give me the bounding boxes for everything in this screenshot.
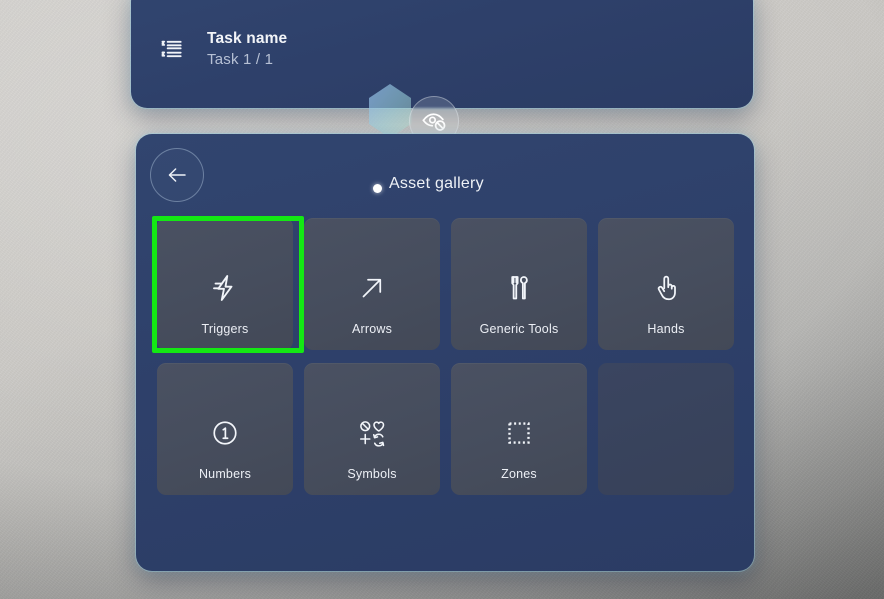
- tile-label: Arrows: [351, 322, 393, 336]
- tools-icon: [504, 273, 534, 303]
- lightning-bolt-icon: [210, 273, 240, 303]
- tile-label: Numbers: [198, 467, 252, 481]
- task-progress: Task 1 / 1: [207, 51, 274, 68]
- tile-empty-slot: [598, 363, 734, 495]
- tile-label: Symbols: [347, 467, 397, 481]
- back-button[interactable]: [150, 148, 204, 202]
- tile-label: Generic Tools: [479, 322, 559, 336]
- task-text-group: Task name Task 1 / 1: [207, 30, 287, 68]
- arrow-up-right-icon: [357, 273, 387, 303]
- gallery-header: Asset gallery: [136, 134, 754, 216]
- tile-label: Hands: [647, 322, 685, 336]
- tile-symbols[interactable]: Symbols: [304, 363, 440, 495]
- tile-arrows[interactable]: Arrows: [304, 218, 440, 350]
- mixed-reality-scene: Task name Task 1 / 1 Asset gallery Trigg…: [0, 0, 884, 599]
- asset-tile-grid: Triggers Arrows Generic Tools Hands Numb…: [157, 218, 734, 495]
- tile-label: Zones: [501, 467, 537, 481]
- circled-one-icon: [210, 418, 240, 448]
- symbols-grid-icon: [357, 418, 387, 448]
- task-name: Task name: [207, 30, 288, 47]
- tile-hands[interactable]: Hands: [598, 218, 734, 350]
- tile-zones[interactable]: Zones: [451, 363, 587, 495]
- tile-label: Triggers: [201, 322, 249, 336]
- asset-gallery-panel: Asset gallery Triggers Arrows Generic To…: [136, 134, 754, 571]
- task-list-icon: [159, 36, 185, 62]
- tile-numbers[interactable]: Numbers: [157, 363, 293, 495]
- tile-generic-tools[interactable]: Generic Tools: [451, 218, 587, 350]
- eye-off-icon: [421, 108, 447, 134]
- task-card[interactable]: Task name Task 1 / 1: [131, 0, 753, 108]
- dotted-square-icon: [504, 418, 534, 448]
- task-card-content: Task name Task 1 / 1: [159, 30, 287, 68]
- cursor-dot: [373, 184, 382, 193]
- back-arrow-icon: [165, 163, 189, 187]
- page-title: Asset gallery: [389, 175, 484, 192]
- pointing-hand-icon: [651, 273, 681, 303]
- tile-triggers[interactable]: Triggers: [157, 218, 293, 350]
